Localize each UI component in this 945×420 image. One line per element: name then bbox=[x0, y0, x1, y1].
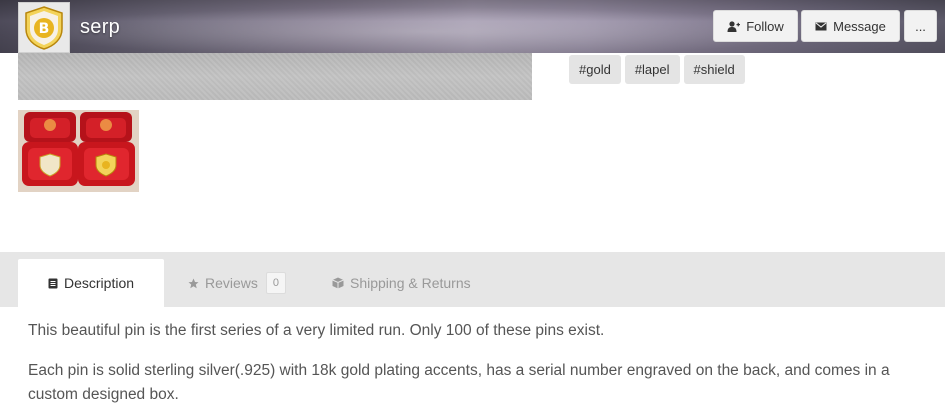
envelope-icon bbox=[815, 22, 827, 30]
product-thumbnail[interactable] bbox=[18, 110, 139, 192]
tab-description[interactable]: Description bbox=[18, 259, 164, 307]
main-product-image[interactable] bbox=[18, 53, 532, 100]
tab-description-label: Description bbox=[63, 275, 135, 291]
tag-list: #gold #lapel #shield bbox=[569, 55, 745, 84]
tab-shipping[interactable]: Shipping & Returns bbox=[332, 259, 471, 307]
tab-reviews-label: Reviews bbox=[205, 275, 258, 291]
svg-text:B: B bbox=[39, 21, 50, 37]
tag-gold[interactable]: #gold bbox=[569, 55, 621, 84]
message-button[interactable]: Message bbox=[801, 10, 900, 42]
document-icon bbox=[48, 278, 58, 288]
tag-lapel[interactable]: #lapel bbox=[624, 55, 680, 84]
tag-shield[interactable]: #shield bbox=[683, 55, 745, 84]
shop-name[interactable]: serp bbox=[80, 16, 120, 39]
package-icon bbox=[332, 277, 344, 289]
shop-logo[interactable]: B bbox=[18, 2, 70, 53]
shop-header-banner: B serp Follow Message ... bbox=[0, 0, 945, 53]
follow-label: Follow bbox=[746, 18, 784, 34]
reviews-count-badge: 0 bbox=[265, 272, 287, 294]
tab-shipping-label: Shipping & Returns bbox=[350, 275, 471, 291]
description-content: This beautiful pin is the first series o… bbox=[28, 319, 918, 407]
star-icon bbox=[188, 278, 199, 288]
follow-button[interactable]: Follow bbox=[713, 10, 798, 42]
pin-boxes-photo bbox=[18, 110, 139, 192]
product-page: B serp Follow Message ... #gold #lapel #… bbox=[0, 0, 945, 420]
message-label: Message bbox=[833, 18, 886, 34]
more-options-button[interactable]: ... bbox=[904, 10, 937, 42]
description-paragraph-2: Each pin is solid sterling silver(.925) … bbox=[28, 362, 890, 403]
bitcoin-shield-icon: B bbox=[25, 5, 63, 50]
description-paragraph-1: This beautiful pin is the first series o… bbox=[28, 322, 605, 339]
add-user-icon bbox=[727, 20, 741, 32]
tab-reviews[interactable]: Reviews 0 bbox=[188, 259, 287, 307]
